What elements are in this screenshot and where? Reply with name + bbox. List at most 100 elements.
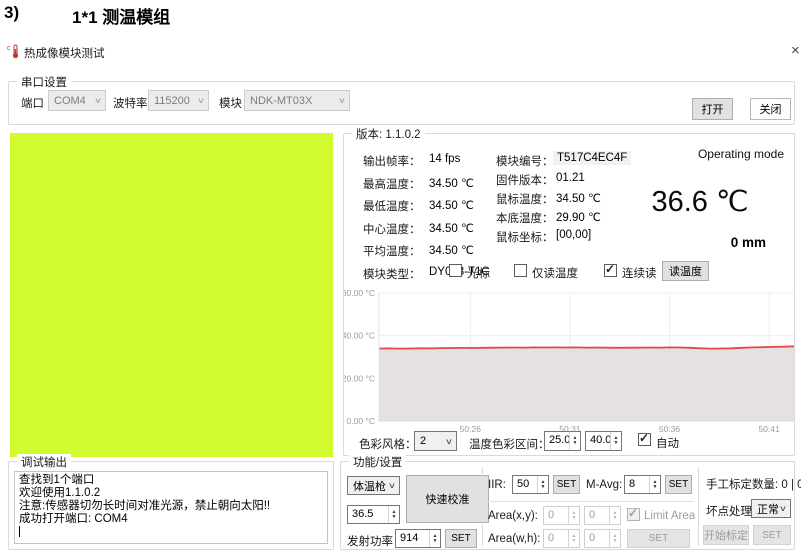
distance-readout: 0 mm bbox=[731, 235, 766, 250]
serial-group-title: 串口设置 bbox=[17, 74, 71, 90]
divider bbox=[698, 467, 699, 546]
spinner-arrows-icon: ▲▼ bbox=[609, 507, 620, 524]
fps-value: 14 fps bbox=[429, 153, 460, 165]
debug-line: 查找到1个端口 bbox=[19, 474, 323, 487]
chevron-down-icon: ∨ bbox=[779, 504, 787, 513]
area-x-value: 0 bbox=[544, 507, 568, 524]
iir-label: IIR: bbox=[488, 479, 506, 491]
mavg-set-button[interactable]: SET bbox=[665, 475, 692, 494]
quick-calibrate-button[interactable]: 快速校准 bbox=[406, 475, 489, 523]
mavg-label: M-Avg: bbox=[586, 479, 622, 491]
module-select[interactable]: NDK-MT03X ∨ bbox=[244, 90, 350, 111]
debug-output-textarea[interactable]: 查找到1个端口 欢迎使用1.1.0.2 注意:传感器切勿长时间对准光源，禁止朝向… bbox=[14, 471, 328, 544]
firmware-label: 固件版本： bbox=[496, 172, 554, 188]
range-min-value: 25.0 bbox=[545, 432, 569, 450]
mavg-value: 8 bbox=[625, 476, 649, 493]
debug-output-group: 调试输出 查找到1个端口 欢迎使用1.1.0.2 注意:传感器切勿长时间对准光源… bbox=[8, 461, 334, 550]
area-x-stepper[interactable]: 0 ▲▼ bbox=[543, 506, 580, 525]
start-calibration-button[interactable]: 开始标定 bbox=[703, 525, 749, 545]
mode-select[interactable]: 体温枪 ∨ bbox=[347, 476, 400, 495]
avg-temp-value: 34.50 ℃ bbox=[429, 243, 474, 257]
chevron-down-icon: ∨ bbox=[338, 96, 346, 105]
read-temp-button[interactable]: 读温度 bbox=[662, 261, 709, 281]
version-group-title: 版本: 1.1.0.2 bbox=[352, 126, 425, 142]
mavg-stepper[interactable]: 8 ▲▼ bbox=[624, 475, 661, 494]
port-label: 端口 bbox=[21, 95, 44, 111]
limit-area-checkbox[interactable] bbox=[627, 508, 640, 521]
range-min-stepper[interactable]: 25.0 ▲▼ bbox=[544, 431, 581, 451]
svg-text:50:36: 50:36 bbox=[659, 424, 681, 432]
center-temp-value: 34.50 ℃ bbox=[429, 221, 474, 235]
temperature-trend-chart: 0.00 °C20.00 °C40.00 °C60.00 °C50:2650:3… bbox=[344, 286, 796, 432]
area-w-stepper[interactable]: 0 ▲▼ bbox=[543, 529, 580, 548]
spinner-arrows-icon[interactable]: ▲▼ bbox=[537, 476, 548, 493]
limit-area-checkbox-label: Limit Area bbox=[644, 510, 695, 522]
baud-label: 波特率 bbox=[113, 95, 148, 111]
emit-power-stepper[interactable]: 914 ▲▼ bbox=[395, 529, 441, 548]
debug-line: 欢迎使用1.1.0.2 bbox=[19, 487, 323, 500]
spinner-arrows-icon[interactable]: ▲▼ bbox=[388, 506, 399, 523]
close-port-button[interactable]: 关闭 bbox=[750, 98, 791, 120]
area-xy-label: Area(x,y): bbox=[488, 510, 538, 522]
close-icon[interactable]: × bbox=[791, 42, 801, 59]
iir-set-button[interactable]: SET bbox=[553, 475, 580, 494]
spinner-arrows-icon[interactable]: ▲▼ bbox=[649, 476, 660, 493]
auto-range-checkbox-label: 自动 bbox=[656, 435, 679, 451]
operating-mode-text: Operating mode bbox=[698, 147, 784, 161]
thermal-image-view[interactable] bbox=[10, 133, 333, 457]
continuous-read-checkbox[interactable] bbox=[604, 264, 617, 277]
bad-pixel-select[interactable]: 正常 ∨ bbox=[751, 499, 791, 518]
range-max-value: 40.0 bbox=[586, 432, 610, 450]
spinner-arrows-icon[interactable]: ▲▼ bbox=[429, 530, 440, 547]
svg-text:40.00 °C: 40.00 °C bbox=[344, 331, 375, 341]
temp-range-label: 温度色彩区间： bbox=[469, 436, 550, 452]
spinner-arrows-icon: ▲▼ bbox=[568, 530, 579, 547]
open-port-button[interactable]: 打开 bbox=[692, 98, 733, 120]
divider bbox=[482, 467, 483, 546]
avg-temp-label: 平均温度： bbox=[363, 243, 421, 259]
module-id-label: 模块编号： bbox=[496, 153, 554, 169]
calib-temp-stepper[interactable]: 36.5 ▲▼ bbox=[347, 505, 400, 524]
min-temp-label: 最低温度： bbox=[363, 198, 421, 214]
min-temp-value: 34.50 ℃ bbox=[429, 198, 474, 212]
debug-group-title: 调试输出 bbox=[17, 454, 71, 470]
area-set-button[interactable]: SET bbox=[627, 529, 690, 548]
range-max-stepper[interactable]: 40.0 ▲▼ bbox=[585, 431, 622, 451]
auto-range-checkbox[interactable] bbox=[638, 433, 651, 446]
area-y-value: 0 bbox=[585, 507, 609, 524]
module-label: 模块 bbox=[219, 95, 242, 111]
bad-pixel-select-value: 正常 bbox=[757, 501, 779, 517]
color-style-select[interactable]: 2 ∨ bbox=[414, 431, 457, 451]
heading-number: 3) bbox=[4, 3, 19, 23]
svg-text:50:26: 50:26 bbox=[460, 424, 482, 432]
serial-settings-group: 串口设置 端口 COM4 ∨ 波特率 115200 ∨ 模块 NDK-MT03X… bbox=[8, 81, 795, 125]
read-only-checkbox[interactable] bbox=[514, 264, 527, 277]
cursor-checkbox[interactable] bbox=[449, 264, 462, 277]
area-h-stepper[interactable]: 0 ▲▼ bbox=[584, 529, 621, 548]
read-only-checkbox-label: 仅读温度 bbox=[532, 265, 578, 281]
max-temp-value: 34.50 ℃ bbox=[429, 176, 474, 190]
calibration-set-button[interactable]: SET bbox=[753, 525, 791, 545]
mouse-coord-value: [00,00] bbox=[556, 229, 591, 241]
window-title: 热成像模块测试 bbox=[24, 45, 105, 61]
base-temp-label: 本底温度： bbox=[496, 210, 554, 226]
iir-value: 50 bbox=[513, 476, 537, 493]
svg-text:50:41: 50:41 bbox=[758, 424, 780, 432]
heading-text: 1*1 测温模组 bbox=[72, 3, 170, 28]
center-temp-label: 中心温度： bbox=[363, 221, 421, 237]
area-y-stepper[interactable]: 0 ▲▼ bbox=[584, 506, 621, 525]
spinner-arrows-icon: ▲▼ bbox=[568, 507, 579, 524]
module-select-value: NDK-MT03X bbox=[250, 95, 312, 107]
module-id-value: T517C4EC4F bbox=[553, 151, 631, 165]
spinner-arrows-icon[interactable]: ▲▼ bbox=[569, 432, 580, 450]
port-select[interactable]: COM4 ∨ bbox=[48, 90, 106, 111]
iir-stepper[interactable]: 50 ▲▼ bbox=[512, 475, 549, 494]
spinner-arrows-icon[interactable]: ▲▼ bbox=[610, 432, 621, 450]
mouse-temp-label: 鼠标温度： bbox=[496, 191, 554, 207]
baud-select[interactable]: 115200 ∨ bbox=[148, 90, 209, 111]
chevron-down-icon: ∨ bbox=[94, 96, 102, 105]
function-group-title: 功能/设置 bbox=[349, 454, 406, 470]
chevron-down-icon: ∨ bbox=[388, 481, 396, 490]
app-window: 3) 1*1 测温模组 c 热成像模块测试 × 串口设置 端口 COM4 ∨ 波… bbox=[0, 0, 801, 556]
emit-power-set-button[interactable]: SET bbox=[445, 529, 477, 548]
